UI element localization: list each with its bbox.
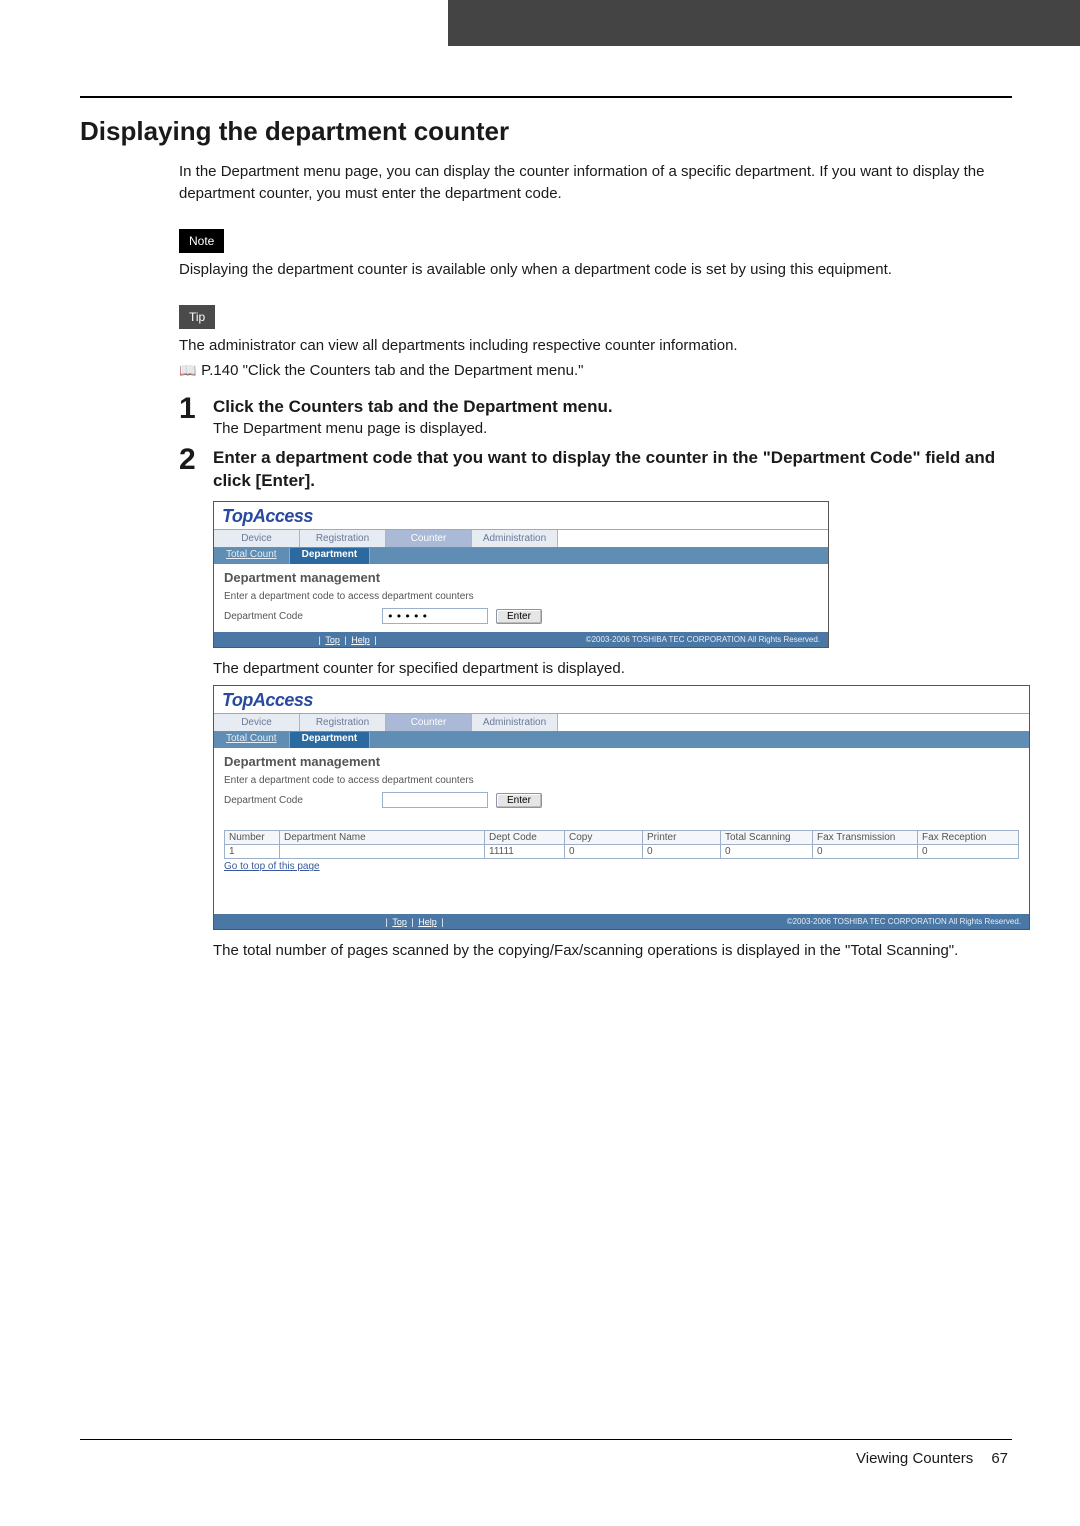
step-2-number: 2 xyxy=(179,445,213,475)
td-dept-name xyxy=(280,845,485,859)
panel-subtext: Enter a department code to access depart… xyxy=(224,591,818,602)
td-dept-code: 11111 xyxy=(485,845,565,859)
footer-link-top[interactable]: Top xyxy=(323,635,342,645)
after-shot1-text: The department counter for specified dep… xyxy=(213,660,1012,677)
enter-button[interactable]: Enter xyxy=(496,609,542,624)
note-text: Displaying the department counter is ava… xyxy=(179,259,1012,281)
footer-page-number: 67 xyxy=(991,1450,1008,1467)
page-heading: Displaying the department counter xyxy=(80,116,1012,147)
td-fax-reception: 0 xyxy=(918,845,1019,859)
footer-copyright: ©2003-2006 TOSHIBA TEC CORPORATION All R… xyxy=(586,635,828,644)
footer-link-top-2[interactable]: Top xyxy=(390,917,409,927)
th-fax-transmission: Fax Transmission xyxy=(813,831,918,845)
table-row: 1 11111 0 0 0 0 0 xyxy=(225,845,1019,859)
subtab-department[interactable]: Department xyxy=(290,548,371,564)
th-number: Number xyxy=(225,831,280,845)
step-1-number: 1 xyxy=(179,394,213,424)
app-logo-2: TopAccess xyxy=(214,686,1029,713)
department-table: Number Department Name Dept Code Copy Pr… xyxy=(224,830,1019,859)
panel-title: Department management xyxy=(224,570,818,585)
enter-button-2[interactable]: Enter xyxy=(496,793,542,808)
th-copy: Copy xyxy=(565,831,643,845)
tabs-primary-2: Device Registration Counter Administrati… xyxy=(214,713,1029,732)
dept-code-input[interactable] xyxy=(382,608,488,624)
header-dark-band xyxy=(448,0,1080,46)
step-1-text: The Department menu page is displayed. xyxy=(213,420,1012,437)
panel-subtext-2: Enter a department code to access depart… xyxy=(224,775,1019,786)
tabs-primary-fill-2 xyxy=(558,714,1029,731)
th-printer: Printer xyxy=(643,831,721,845)
td-total-scanning: 0 xyxy=(721,845,813,859)
table-header-row: Number Department Name Dept Code Copy Pr… xyxy=(225,831,1019,845)
footer-copyright-2: ©2003-2006 TOSHIBA TEC CORPORATION All R… xyxy=(787,917,1029,926)
td-number: 1 xyxy=(225,845,280,859)
step-2: 2 Enter a department code that you want … xyxy=(179,445,1012,493)
after-shot2-text: The total number of pages scanned by the… xyxy=(213,942,1012,959)
tab-administration-2[interactable]: Administration xyxy=(472,714,558,731)
step-1: 1 Click the Counters tab and the Departm… xyxy=(179,394,1012,438)
screenshot-2: TopAccess Device Registration Counter Ad… xyxy=(213,685,1030,930)
tabs-primary-fill xyxy=(558,530,828,547)
tab-device-2[interactable]: Device xyxy=(214,714,300,731)
screenshot-footer-bar-2: | Top | Help | ©2003-2006 TOSHIBA TEC CO… xyxy=(214,914,1029,929)
tabs-primary: Device Registration Counter Administrati… xyxy=(214,529,828,548)
tab-counter[interactable]: Counter xyxy=(386,530,472,547)
tip-badge: Tip xyxy=(179,305,215,329)
tab-device[interactable]: Device xyxy=(214,530,300,547)
subtab-total-count[interactable]: Total Count xyxy=(214,548,290,564)
screenshot-footer-bar: | Top | Help | ©2003-2006 TOSHIBA TEC CO… xyxy=(214,632,828,647)
tab-counter-2[interactable]: Counter xyxy=(386,714,472,731)
step-2-title: Enter a department code that you want to… xyxy=(213,447,1012,493)
page-footer: Viewing Counters 67 xyxy=(80,1450,1012,1467)
top-rule xyxy=(80,96,1012,98)
subtab-total-count-2[interactable]: Total Count xyxy=(214,732,290,748)
dept-code-input-2[interactable] xyxy=(382,792,488,808)
screenshot-1: TopAccess Device Registration Counter Ad… xyxy=(213,501,829,648)
footer-section: Viewing Counters xyxy=(856,1450,973,1467)
note-badge: Note xyxy=(179,229,224,253)
th-total-scanning: Total Scanning xyxy=(721,831,813,845)
td-printer: 0 xyxy=(643,845,721,859)
tip-reference-text: P.140 "Click the Counters tab and the De… xyxy=(201,362,583,379)
tab-registration-2[interactable]: Registration xyxy=(300,714,386,731)
th-dept-code: Dept Code xyxy=(485,831,565,845)
footer-link-help[interactable]: Help xyxy=(349,635,372,645)
td-fax-transmission: 0 xyxy=(813,845,918,859)
step-1-title: Click the Counters tab and the Departmen… xyxy=(213,396,1012,419)
intro-paragraph: In the Department menu page, you can dis… xyxy=(179,161,1012,205)
subtab-department-2[interactable]: Department xyxy=(290,732,371,748)
dept-code-label-2: Department Code xyxy=(224,795,374,806)
tab-registration[interactable]: Registration xyxy=(300,530,386,547)
book-icon: 📖 xyxy=(179,360,197,380)
tabs-secondary: Total Count Department xyxy=(214,548,828,564)
dept-code-label: Department Code xyxy=(224,611,374,622)
tip-text: The administrator can view all departmen… xyxy=(179,335,1012,357)
th-dept-name: Department Name xyxy=(280,831,485,845)
td-copy: 0 xyxy=(565,845,643,859)
panel-title-2: Department management xyxy=(224,754,1019,769)
bottom-rule xyxy=(80,1439,1012,1440)
tab-administration[interactable]: Administration xyxy=(472,530,558,547)
tip-reference: 📖 P.140 "Click the Counters tab and the … xyxy=(179,360,1012,382)
app-logo: TopAccess xyxy=(214,502,828,529)
go-to-top-link[interactable]: Go to top of this page xyxy=(224,861,320,872)
footer-link-help-2[interactable]: Help xyxy=(416,917,439,927)
tabs-secondary-2: Total Count Department xyxy=(214,732,1029,748)
th-fax-reception: Fax Reception xyxy=(918,831,1019,845)
